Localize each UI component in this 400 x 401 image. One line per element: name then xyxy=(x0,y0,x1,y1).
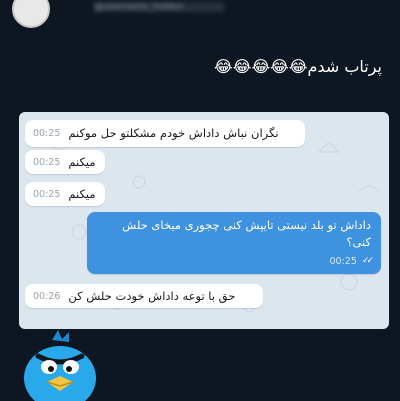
avatar[interactable] xyxy=(12,0,50,28)
angry-bird-mascot-icon xyxy=(24,330,96,401)
message-time: 00:25 xyxy=(33,128,61,139)
message-time: 00:26 xyxy=(33,290,61,302)
message-text: میکنم xyxy=(68,154,96,169)
message-text-line-2: کنی؟ xyxy=(346,235,371,249)
message-time: 00:25 xyxy=(329,256,357,267)
message-text-line-1: داداش تو بلد نیستی تایپش کنی چجوری میخای… xyxy=(122,218,371,232)
post-header: @username_hidden xyxy=(0,0,400,40)
post-caption: پرتاب شدم😂😂😂😂😂 xyxy=(214,57,382,76)
message-text: میکنم xyxy=(68,186,96,201)
message-outgoing-1[interactable]: داداش تو بلد نیستی تایپش کنی چجوری میخای… xyxy=(87,212,381,274)
message-incoming-4[interactable]: 00:26 حق با توعه داداش خودت حلش کن xyxy=(25,284,263,308)
double-check-icon: ✓✓ xyxy=(361,256,374,266)
message-time: 00:25 xyxy=(33,188,61,200)
message-text: حق با توعه داداش خودت حلش کن xyxy=(68,288,236,303)
message-incoming-3[interactable]: 00:25 میکنم xyxy=(25,182,105,206)
message-incoming-1[interactable]: 00:25 نگران نباش داداش خودم مشکلتو حل مو… xyxy=(25,120,305,147)
chat-screenshot: 00:25 نگران نباش داداش خودم مشکلتو حل مو… xyxy=(19,112,389,329)
username-blurred[interactable]: @username_hidden xyxy=(94,2,224,12)
message-time: 00:25 xyxy=(33,156,61,168)
message-incoming-2[interactable]: 00:25 میکنم xyxy=(25,150,105,174)
message-text: نگران نباش داداش خودم مشکلتو حل موکنم xyxy=(68,126,279,140)
